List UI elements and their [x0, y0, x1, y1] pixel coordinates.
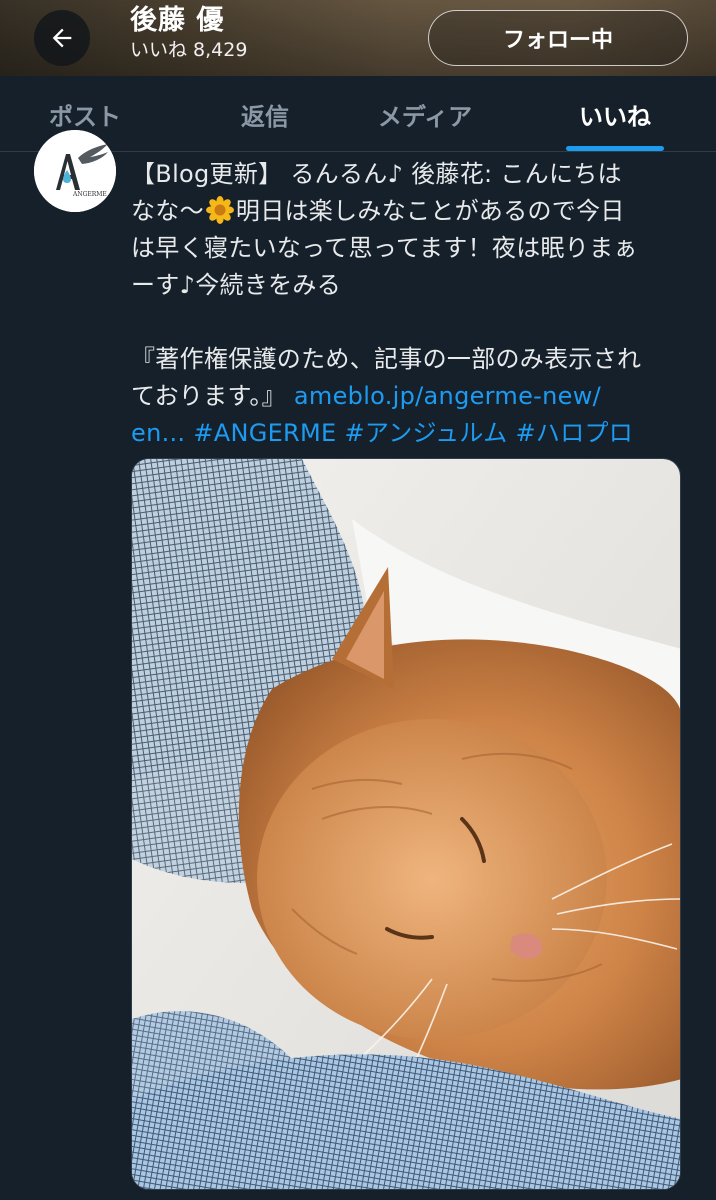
tweet-text-segment: 明日は楽しみなことがあるので今日 [235, 197, 625, 225]
active-tab-indicator [566, 146, 664, 151]
tweet-line: は早く寝たいなって思ってます！夜は眠りまぁ [131, 234, 638, 262]
tweet-body: 【Blog更新】 るんるん♪ 後藤花: こんにちは なな〜 明日は楽しみなことが… [131, 156, 691, 452]
arrow-left-icon [52, 28, 72, 48]
hashtag-angerme-katakana[interactable]: #アンジュルム [344, 419, 507, 447]
tweet-line: en... #ANGERME #アンジュルム #ハロプロ [131, 415, 691, 452]
profile-title-block: 後藤 優 いいね 8,429 [130, 4, 247, 62]
tab-likes[interactable]: いいね [530, 76, 700, 152]
hashtag-angerme[interactable]: #ANGERME [193, 419, 336, 447]
hashtag-hello-project[interactable]: #ハロプロ [515, 419, 633, 447]
blog-link[interactable]: ameblo.jp/angerme-new/ [294, 382, 601, 410]
flower-emoji-icon [205, 196, 234, 224]
tweet-line: 『著作権保護のため、記事の一部のみ表示され [131, 345, 642, 373]
tweet-line: ております。』 ameblo.jp/angerme-new/ [131, 378, 691, 415]
tab-replies[interactable]: 返信 [180, 76, 350, 152]
likes-count: いいね 8,429 [130, 39, 248, 61]
tab-media[interactable]: メディア [340, 76, 510, 152]
tweet-line: ーす♪今続きをみる [131, 271, 342, 299]
tweet-text-segment: ております。』 [131, 382, 294, 410]
angerme-logo-icon: ANGERME [34, 130, 116, 212]
following-button[interactable]: フォロー中 [428, 10, 688, 66]
cat-photo-icon [132, 459, 680, 1189]
profile-tabs: ポスト 返信 メディア いいね [0, 76, 716, 152]
back-button[interactable] [34, 10, 90, 66]
blog-link-continued[interactable]: en... [131, 419, 185, 447]
tweet-line: なな〜 明日は楽しみなことがあるので今日 [131, 193, 691, 230]
avatar[interactable]: ANGERME [34, 130, 116, 212]
display-name: 後藤 優 [130, 5, 225, 36]
tweet-media-image[interactable] [131, 458, 681, 1190]
tweet-text-segment: なな〜 [131, 197, 204, 225]
profile-header: 後藤 優 いいね 8,429 フォロー中 [0, 0, 716, 76]
avatar-logo-text: ANGERME [72, 191, 107, 198]
tweet-line: 【Blog更新】 るんるん♪ 後藤花: こんにちは [131, 160, 622, 188]
